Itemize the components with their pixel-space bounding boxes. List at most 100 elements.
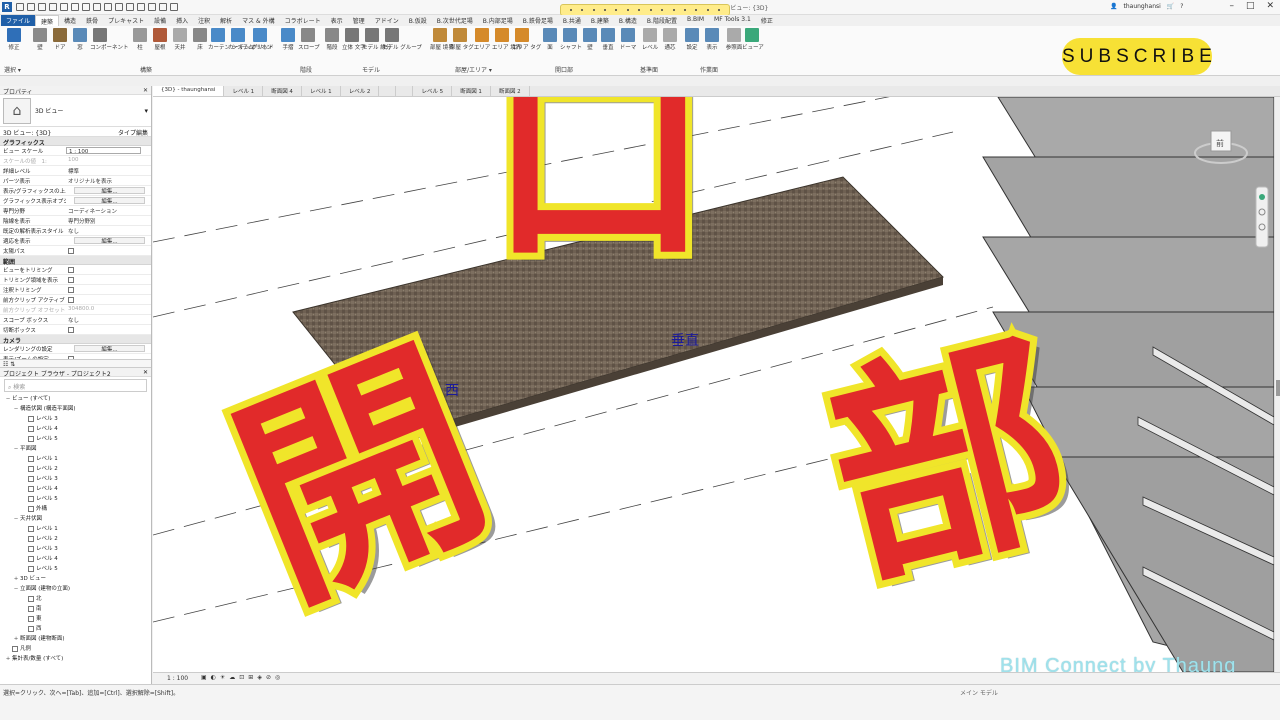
wall-opening-tool[interactable]: 壁 xyxy=(580,28,600,51)
view-scale[interactable]: 1 : 100 xyxy=(167,675,188,682)
room-separator-tool[interactable]: 部屋 境界 xyxy=(430,28,454,51)
ribbon-tab[interactable]: 挿入 xyxy=(171,15,193,26)
browser-tree-item[interactable]: 凡例 xyxy=(0,644,151,654)
document-tab[interactable] xyxy=(379,86,397,96)
document-tab[interactable]: {3D} - thaunghansi xyxy=(153,86,225,96)
ribbon-tab[interactable]: 修正 xyxy=(756,15,778,26)
navigation-bar[interactable] xyxy=(1255,186,1269,248)
checkbox[interactable] xyxy=(68,327,74,333)
active-model[interactable]: メイン モデル xyxy=(960,688,998,697)
area-tag-tool[interactable]: エリア タグ xyxy=(512,28,541,51)
type-selector[interactable]: ⌂ 3D ビュー ▾ xyxy=(0,95,151,127)
scroll-thumb[interactable] xyxy=(1276,380,1280,396)
close-icon[interactable]: ✕ xyxy=(1266,1,1274,11)
dimension-icon[interactable] xyxy=(93,3,101,11)
cart-icon[interactable]: 🛒 xyxy=(1167,3,1174,10)
viewer-tool[interactable]: ビューア xyxy=(742,28,764,51)
document-tab[interactable] xyxy=(396,86,414,96)
checkbox[interactable] xyxy=(68,297,74,303)
ribbon-tab[interactable]: B.共通 xyxy=(558,15,586,26)
checkbox[interactable] xyxy=(68,287,74,293)
properties-section-header[interactable]: カメラ xyxy=(0,335,151,345)
measure-icon[interactable] xyxy=(82,3,90,11)
close-hidden-icon[interactable] xyxy=(159,3,167,11)
property-value[interactable]: 1 : 100 xyxy=(66,147,141,154)
ribbon-tab[interactable]: B.階段配置 xyxy=(642,15,682,26)
expand-toggle-icon[interactable]: + xyxy=(12,634,20,644)
browser-tree-item[interactable]: レベル 3 xyxy=(0,544,151,554)
expand-toggle-icon[interactable]: + xyxy=(12,574,20,584)
document-tab[interactable]: レベル 5 xyxy=(413,86,453,96)
model-text-tool[interactable]: 立体 文字 xyxy=(342,28,366,51)
property-value[interactable]: 標準 xyxy=(66,166,151,175)
checkbox[interactable] xyxy=(68,277,74,283)
ribbon-panel-label[interactable]: モデル xyxy=(362,65,380,74)
ribbon-tab[interactable]: B.鉄骨足場 xyxy=(518,15,558,26)
property-checkbox[interactable] xyxy=(66,285,151,294)
property-checkbox[interactable] xyxy=(66,295,151,304)
browser-tree-item[interactable]: 南 xyxy=(0,604,151,614)
browser-tree-item[interactable]: +3D ビュー xyxy=(0,574,151,584)
stair-tool[interactable]: 階段 xyxy=(322,28,342,51)
ceiling-tool[interactable]: 天井 xyxy=(170,28,190,51)
browser-tree-item[interactable]: レベル 4 xyxy=(0,484,151,494)
set-tool[interactable]: 設定 xyxy=(682,28,702,51)
maximize-icon[interactable]: □ xyxy=(1246,1,1255,11)
grid-tool[interactable]: 通芯 xyxy=(660,28,680,51)
browser-tree-item[interactable]: レベル 2 xyxy=(0,464,151,474)
expand-toggle-icon[interactable]: − xyxy=(12,444,20,454)
level-tool[interactable]: レベル xyxy=(640,28,660,51)
viewport-scrollbar[interactable] xyxy=(1274,97,1280,672)
browser-tree-item[interactable]: 西 xyxy=(0,624,151,634)
railing-tool[interactable]: 手摺 xyxy=(278,28,298,51)
minimize-icon[interactable]: – xyxy=(1229,1,1234,11)
floor-tool[interactable]: 床 xyxy=(190,28,210,51)
ref-plane-tool[interactable]: 参照面 xyxy=(724,28,744,51)
browser-tree-item[interactable]: レベル 5 xyxy=(0,434,151,444)
ribbon-panel-label[interactable]: 基準面 xyxy=(640,65,658,74)
document-tab[interactable]: レベル 1 xyxy=(224,86,264,96)
close-icon[interactable]: ✕ xyxy=(143,369,148,376)
browser-tree-item[interactable]: レベル 1 xyxy=(0,524,151,534)
property-checkbox[interactable] xyxy=(66,325,151,334)
browser-tree-item[interactable]: 東 xyxy=(0,614,151,624)
user-icon[interactable]: 👤 xyxy=(1110,3,1117,10)
ribbon-panel-label[interactable]: 開口部 xyxy=(555,65,573,74)
browser-tree-item[interactable]: − 立面図 (建物の立面) xyxy=(0,584,151,594)
curtain-grid-tool[interactable]: カーテン グリッド xyxy=(228,28,274,51)
3d-view-icon[interactable] xyxy=(126,3,134,11)
help-icon[interactable]: ? xyxy=(1180,3,1183,10)
checkbox[interactable] xyxy=(68,248,74,254)
edit-button[interactable]: 編集... xyxy=(74,187,145,194)
section-icon[interactable] xyxy=(137,3,145,11)
vertical-tool[interactable]: 垂直 xyxy=(598,28,618,51)
mullion-tool[interactable]: マリオン xyxy=(250,28,272,51)
modify-tool[interactable]: 修正 xyxy=(4,28,24,51)
roof-tool[interactable]: 屋根 xyxy=(150,28,170,51)
document-tab[interactable]: レベル 1 xyxy=(302,86,341,96)
property-value[interactable]: コーディネーション xyxy=(66,206,151,215)
property-checkbox[interactable] xyxy=(66,354,151,359)
ribbon-tab[interactable]: 建築 xyxy=(35,15,60,26)
room-tag-tool[interactable]: 部屋 タグ xyxy=(450,28,474,51)
checkbox[interactable] xyxy=(68,356,74,359)
checkbox[interactable] xyxy=(68,267,74,273)
area-tool[interactable]: エリア xyxy=(472,28,492,51)
edit-button[interactable]: 編集... xyxy=(74,197,145,204)
browser-tree-item[interactable]: レベル 3 xyxy=(0,474,151,484)
browser-tree-item[interactable]: + 集計表/数量 (すべて) xyxy=(0,654,151,664)
ribbon-tab[interactable]: 設備 xyxy=(149,15,171,26)
ribbon-tab[interactable]: 管理 xyxy=(348,15,370,26)
switch-windows-icon[interactable] xyxy=(170,3,178,11)
ribbon-tab[interactable]: 鉄骨 xyxy=(81,15,103,26)
browser-tree-item[interactable]: レベル 1 xyxy=(0,454,151,464)
print-icon[interactable] xyxy=(71,3,79,11)
wall-tool[interactable]: 壁 xyxy=(30,28,50,51)
user-name[interactable]: thaunghansi xyxy=(1123,3,1160,10)
window-tool[interactable]: 窓 xyxy=(70,28,90,51)
text-icon[interactable] xyxy=(115,3,123,11)
tag-icon[interactable] xyxy=(104,3,112,11)
instance-filter[interactable]: 3D ビュー: {3D} タイプ編集 xyxy=(0,127,151,137)
shaft-tool[interactable]: シャフト xyxy=(560,28,582,51)
ribbon-tab[interactable]: 表示 xyxy=(326,15,348,26)
